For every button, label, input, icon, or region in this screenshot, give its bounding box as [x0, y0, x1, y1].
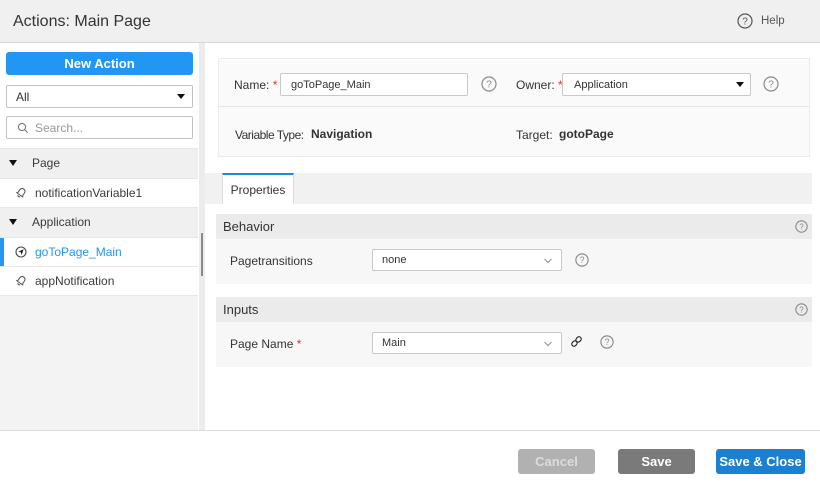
svg-text:?: ? [486, 80, 492, 91]
svg-text:?: ? [605, 337, 610, 347]
svg-text:?: ? [742, 17, 748, 28]
svg-text:?: ? [799, 305, 804, 314]
svg-text:?: ? [580, 255, 585, 265]
svg-text:?: ? [799, 222, 804, 231]
svg-text:?: ? [768, 80, 774, 91]
